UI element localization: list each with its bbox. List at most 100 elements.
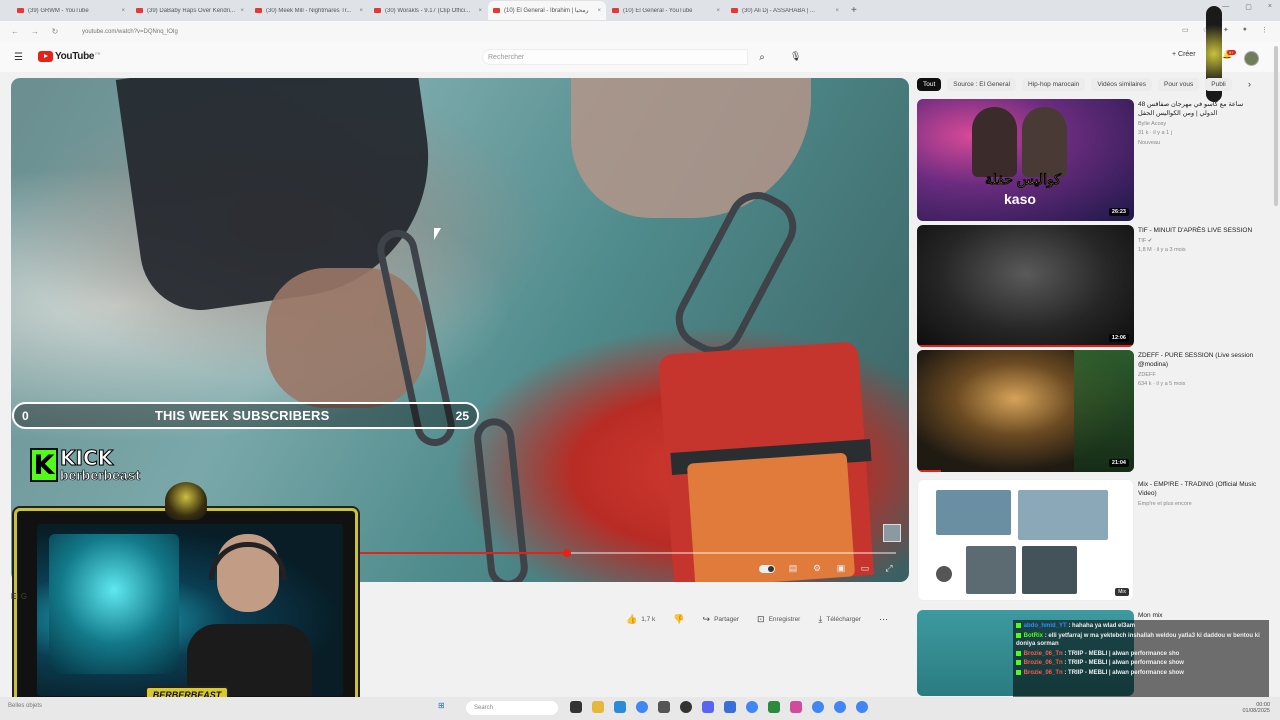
cast-icon[interactable]: ▭ — [859, 563, 871, 574]
browser-tab[interactable]: (39) GRWM - YouTube × — [12, 1, 130, 20]
miniplayer-icon[interactable]: ▣ — [835, 563, 847, 574]
scrubber-handle[interactable] — [562, 549, 571, 557]
address-bar-icons: ▭ ☆ ✦ ● ⋮ — [1182, 26, 1268, 34]
close-icon[interactable]: × — [716, 8, 720, 14]
close-icon[interactable]: × — [121, 8, 125, 14]
recommendation-title[interactable]: TIF - MINUIT D'APRÈS LIVE SESSION — [1138, 227, 1260, 236]
recommendation-item[interactable]: Mix Mix - EMP!RE - TRADING (Official Mus… — [917, 479, 1267, 601]
app-icon[interactable] — [790, 701, 802, 713]
close-icon[interactable]: × — [359, 8, 363, 14]
chrome-icon[interactable] — [834, 701, 846, 713]
recommendation-item[interactable]: 21:04 ZDEFF - PURE SESSION (Live session… — [917, 350, 1267, 472]
minimize-button[interactable]: — — [1222, 3, 1229, 11]
youtube-logo[interactable]: YouTube FR — [38, 51, 101, 62]
browser-tab[interactable]: (30) Meek Mill - Nightmares Tr... × — [250, 1, 368, 20]
recommendation-item[interactable]: كواليس حفلة kaso 26:23 48 ساعة مع كاسو ف… — [917, 99, 1267, 221]
video-player[interactable]: ▤ ⚙ ▣ ▭ ⤢ — [11, 78, 909, 582]
profile-icon[interactable]: ● — [1243, 26, 1247, 34]
windows-start-icon[interactable]: ⊞ — [438, 701, 445, 710]
browser-tab[interactable]: (30) Ali Dj - ASSAHABA | ... × — [726, 1, 844, 20]
video-progress-bar[interactable] — [356, 549, 896, 557]
save-button[interactable]: ⊡ Enregistrer — [753, 612, 804, 627]
subtitles-icon[interactable]: ▤ — [787, 563, 799, 574]
url-field[interactable]: youtube.com/watch?v=DQNnq_lOIg — [72, 25, 1132, 38]
settings-gear-icon[interactable]: ⚙ — [811, 563, 823, 574]
chip-similar[interactable]: Vidéos similaires — [1091, 78, 1152, 91]
recommendation-title[interactable]: ZDEFF - PURE SESSION (Live session @modi… — [1138, 352, 1260, 370]
close-window-button[interactable]: × — [1268, 3, 1272, 11]
app-icon[interactable] — [724, 701, 736, 713]
duration-badge: 12:06 — [1108, 334, 1129, 342]
extensions-icon[interactable]: ✦ — [1223, 26, 1229, 34]
youtube-favicon-icon — [612, 8, 619, 13]
recommendation-meta: 1,8 M · il y a 3 mois — [1138, 247, 1186, 254]
fullscreen-icon[interactable]: ⤢ — [883, 563, 895, 574]
video-thumbnail[interactable]: كواليس حفلة kaso 26:23 — [917, 99, 1134, 221]
recommendation-channel[interactable]: TIF ✔ — [1138, 238, 1260, 246]
chip-hiphop[interactable]: Hip-hop marocain — [1022, 78, 1086, 91]
taskbar-start: ⊞ — [438, 701, 445, 710]
chrome-icon[interactable] — [856, 701, 868, 713]
recommendation-title[interactable]: 48 ساعة مع كاسو في مهرجان صفاقس الدولي |… — [1138, 101, 1260, 119]
chrome-icon[interactable] — [746, 701, 758, 713]
kick-badge-icon — [1016, 650, 1021, 656]
chip-for-you[interactable]: Pour vous — [1158, 78, 1200, 91]
maximize-button[interactable]: ▢ — [1245, 3, 1252, 11]
like-button[interactable]: 👍 1,7 k — [622, 612, 659, 627]
more-options-icon[interactable]: ⋯ — [879, 614, 888, 625]
thumbnail-block — [1022, 546, 1077, 594]
video-thumbnail[interactable]: 12:06 — [917, 225, 1134, 347]
share-button[interactable]: ↪ Partager — [699, 612, 743, 627]
forward-icon[interactable]: → — [30, 27, 40, 36]
page-scrollbar[interactable] — [1274, 46, 1278, 206]
recommendation-channel[interactable]: Bylie Acosy — [1138, 121, 1260, 129]
avatar[interactable] — [1244, 51, 1259, 66]
microphone-icon[interactable]: 🎙 — [790, 51, 801, 62]
hamburger-menu-icon[interactable]: ☰ — [14, 52, 23, 63]
taskbar-search[interactable]: Search — [466, 701, 558, 715]
close-icon[interactable]: × — [478, 8, 482, 14]
close-icon[interactable]: × — [597, 8, 601, 14]
thumbnail-caption: كواليس حفلة — [985, 171, 1061, 188]
video-actions: 👍 1,7 k 👎 ↪ Partager ⊡ Enregistrer ⤓ Tél… — [622, 612, 888, 627]
obs-icon[interactable] — [680, 701, 692, 713]
search-input[interactable]: Rechercher — [482, 49, 748, 65]
video-thumbnail[interactable]: Mix — [917, 479, 1134, 601]
chip-all[interactable]: Tout — [917, 78, 942, 91]
chrome-icon[interactable] — [636, 701, 648, 713]
app-icon[interactable] — [658, 701, 670, 713]
recommendation-channel[interactable]: Emp!re et plus encore — [1138, 501, 1260, 509]
menu-dots-icon[interactable]: ⋮ — [1261, 26, 1268, 34]
search-icon[interactable]: ⌕ — [748, 49, 776, 65]
recommendation-item[interactable]: 12:06 TIF - MINUIT D'APRÈS LIVE SESSION … — [917, 225, 1267, 347]
recommendation-channel[interactable]: ZDEFF — [1138, 372, 1260, 380]
task-view-icon[interactable] — [570, 701, 582, 713]
new-tab-button[interactable]: + — [851, 5, 857, 16]
create-button[interactable]: + Créer — [1172, 51, 1196, 58]
close-icon[interactable]: × — [240, 8, 244, 14]
channel-watermark[interactable] — [883, 524, 901, 542]
dislike-button[interactable]: 👎 — [669, 612, 688, 627]
app-icon[interactable] — [768, 701, 780, 713]
reload-icon[interactable]: ↻ — [50, 27, 60, 36]
download-button[interactable]: ⤓ Télécharger — [814, 612, 865, 627]
browser-tab[interactable]: (30) Worakls - 9.17 (Clip Offici... × — [369, 1, 487, 20]
system-clock[interactable]: 00:00 01/08/2025 — [1242, 702, 1270, 714]
recommendation-title[interactable]: Mix - EMP!RE - TRADING (Official Music V… — [1138, 481, 1260, 499]
chrome-icon[interactable] — [812, 701, 824, 713]
browser-tab-active[interactable]: (10) El General - Ibrahim | رمحيا × — [488, 1, 606, 20]
chip-source[interactable]: Source : El General — [947, 78, 1017, 91]
file-explorer-icon[interactable] — [592, 701, 604, 713]
browser-tab[interactable]: (39) DaBaby Raps Over Kendri... × — [131, 1, 249, 20]
weather-widget[interactable]: Belles objets — [8, 703, 42, 709]
browser-tab[interactable]: (10) El General - YouTube × — [607, 1, 725, 20]
edge-browser-icon[interactable] — [614, 701, 626, 713]
chip-published[interactable]: Publi — [1205, 78, 1232, 91]
chevron-right-icon[interactable]: › — [1248, 79, 1251, 89]
autoplay-toggle[interactable] — [759, 564, 775, 573]
video-thumbnail[interactable]: 21:04 — [917, 350, 1134, 472]
close-icon[interactable]: × — [835, 8, 839, 14]
install-app-icon[interactable]: ▭ — [1182, 26, 1189, 34]
back-icon[interactable]: ← — [10, 27, 20, 36]
app-icon[interactable] — [702, 701, 714, 713]
